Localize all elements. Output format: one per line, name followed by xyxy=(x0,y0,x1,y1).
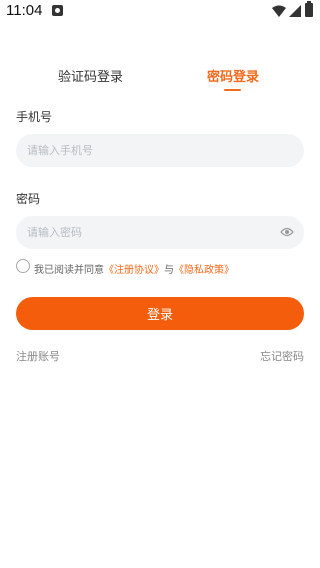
login-tabs: 验证码登录 密码登录 xyxy=(0,66,320,96)
agreement-text: 我已阅读并同意《注册协议》与《隐私政策》 xyxy=(34,261,234,276)
wifi-icon xyxy=(272,5,286,17)
register-link[interactable]: 注册账号 xyxy=(16,348,60,364)
agreement-conjunction: 与 xyxy=(164,265,174,276)
active-tab-indicator xyxy=(224,89,241,91)
tab-sms-login[interactable]: 验证码登录 xyxy=(58,66,123,85)
agreement-checkbox[interactable] xyxy=(16,259,30,273)
tab-password-login[interactable]: 密码登录 xyxy=(207,66,259,85)
signal-icon xyxy=(289,5,301,17)
password-input[interactable] xyxy=(16,216,304,249)
agreement-prefix: 我已阅读并同意 xyxy=(34,265,104,276)
battery-icon xyxy=(305,1,313,17)
forgot-password-link[interactable]: 忘记密码 xyxy=(260,348,304,364)
phone-input[interactable] xyxy=(16,134,304,167)
login-button[interactable]: 登录 xyxy=(16,297,304,330)
status-bar: 11:04 xyxy=(0,0,320,24)
eye-icon[interactable] xyxy=(280,227,294,237)
password-label: 密码 xyxy=(16,192,41,206)
notification-icon xyxy=(52,5,63,16)
phone-label: 手机号 xyxy=(16,110,53,124)
privacy-link[interactable]: 《隐私政策》 xyxy=(174,265,234,276)
status-time: 11:04 xyxy=(6,2,43,19)
terms-link[interactable]: 《注册协议》 xyxy=(104,265,164,276)
